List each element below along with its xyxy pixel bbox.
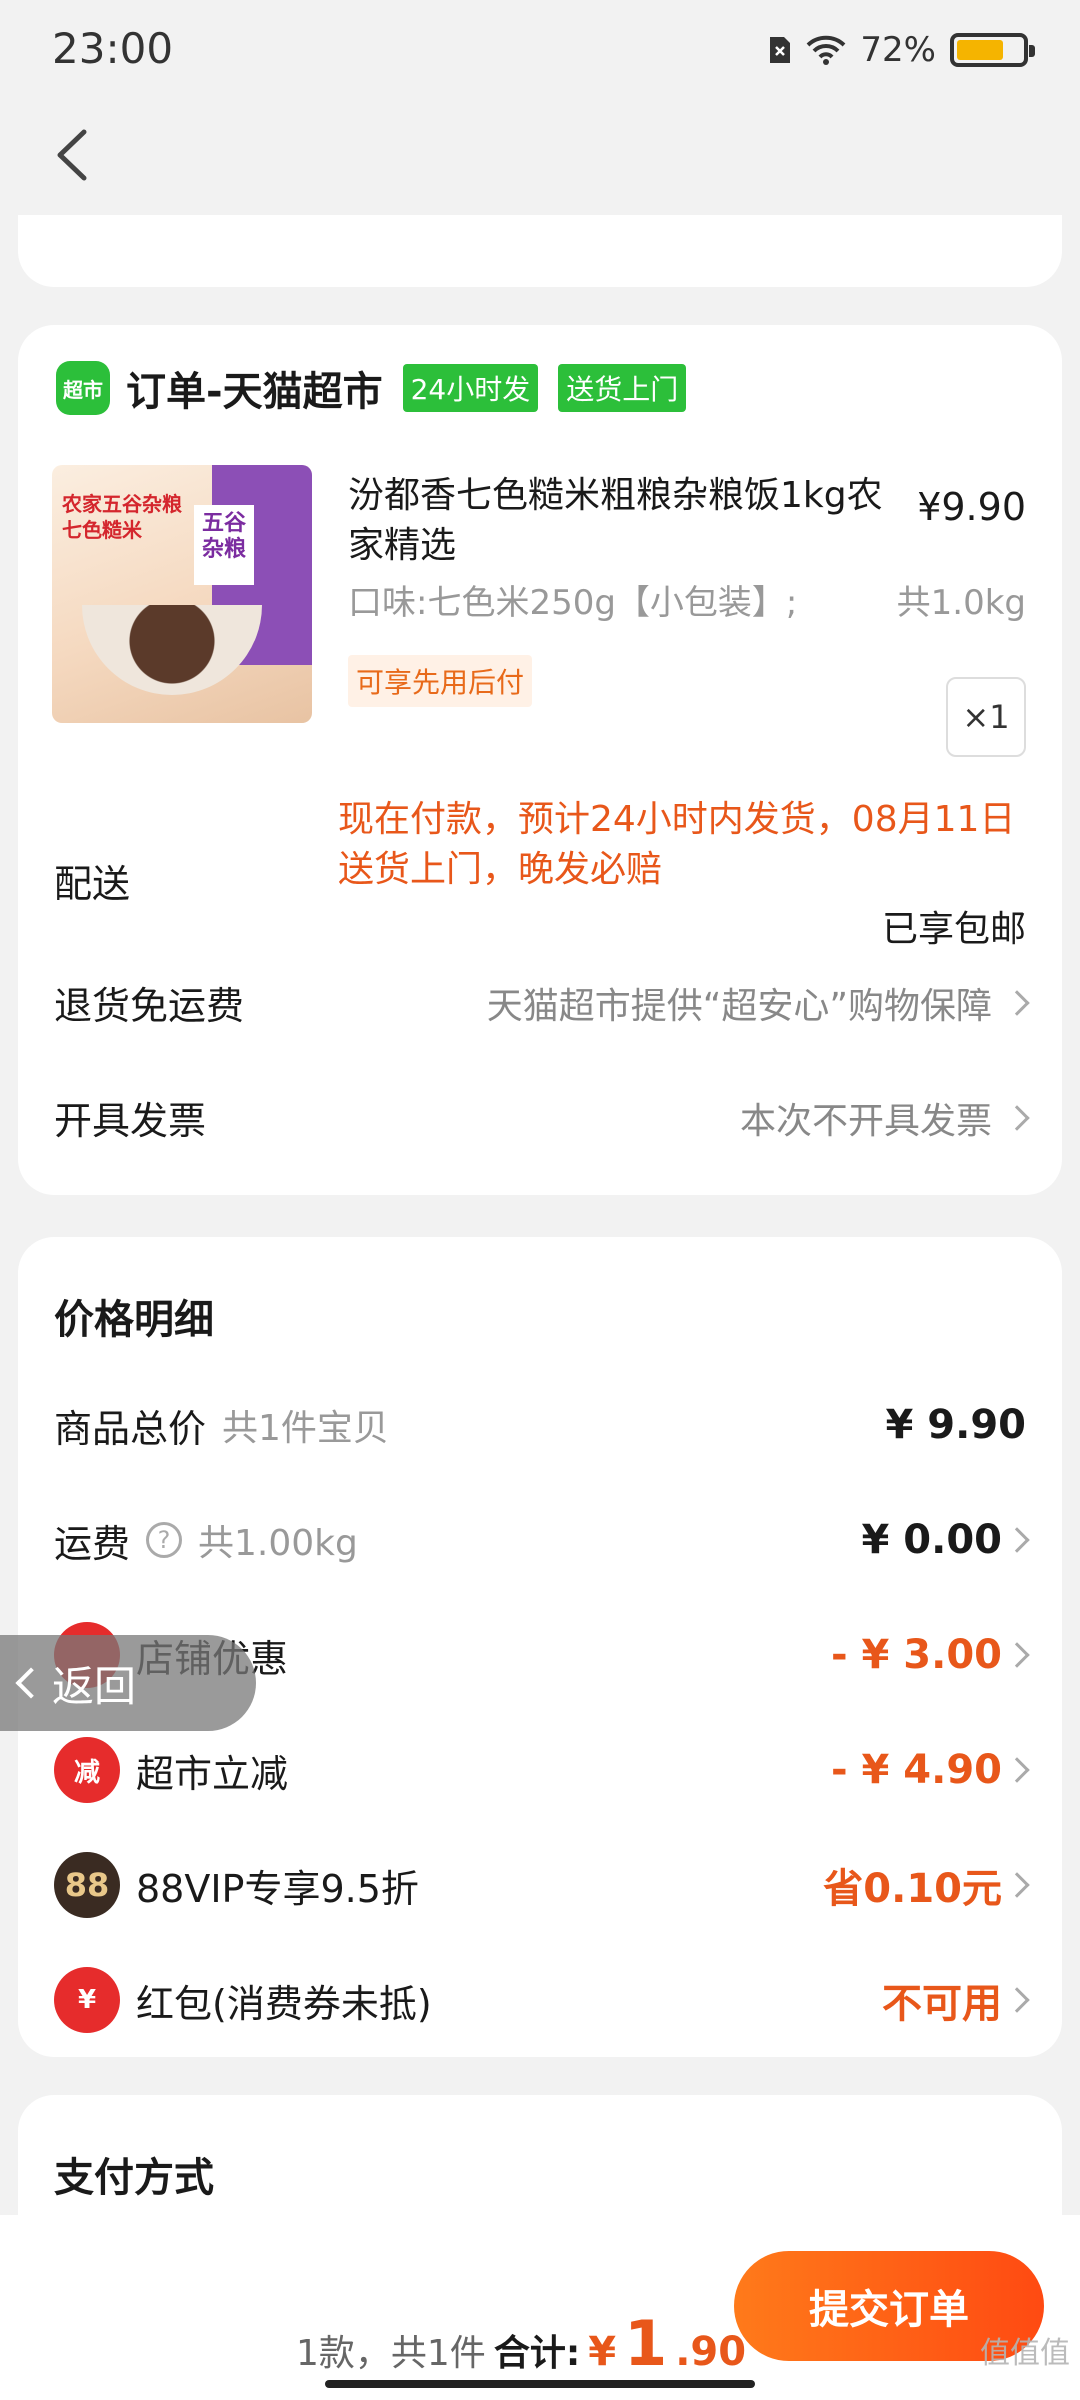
- delivery-label: 配送: [54, 862, 131, 906]
- chevron-left-icon: [15, 1667, 47, 1699]
- red-packet-value: 不可用: [882, 1981, 1002, 2027]
- quantity-selector[interactable]: ×1: [946, 677, 1026, 757]
- status-time: 23:00: [52, 24, 174, 73]
- chevron-right-icon: [1004, 1642, 1030, 1668]
- invoice-value-wrap: 本次不开具发票: [739, 1092, 1030, 1144]
- return-shipping-label: 退货免运费: [54, 984, 245, 1028]
- vip-discount-left: 88 88VIP专享9.5折: [54, 1852, 419, 1918]
- order-card: 超市 订单-天猫超市 24小时发 送货上门 农家五谷杂粮 七色糙米 五谷 杂粮 …: [18, 325, 1062, 1195]
- total-integer: 1: [624, 2307, 668, 2380]
- goods-total-left: 商品总价 共1件宝贝: [54, 1398, 389, 1453]
- watermark-text: 值值值: [980, 2336, 1070, 2371]
- battery-percent: 72%: [860, 30, 936, 70]
- battery-fill: [957, 40, 1004, 60]
- order-summary: 1款，共1件 合计: ¥1.90: [296, 2307, 746, 2380]
- product-price: ¥9.90: [917, 485, 1026, 529]
- item-count: 1款，共1件: [296, 2333, 486, 2374]
- floating-back-button[interactable]: 返回: [0, 1635, 256, 1731]
- shipping-fee-wrap: ¥ 0.00: [861, 1517, 1030, 1563]
- invoice-label: 开具发票: [54, 1099, 207, 1143]
- market-cut-value: - ¥ 4.90: [831, 1747, 1002, 1793]
- badge-home-delivery: 送货上门: [558, 364, 687, 412]
- red-packet-icon: ¥: [54, 1967, 120, 2033]
- return-shipping-row[interactable]: 退货免运费 天猫超市提供“超安心”购物保障: [54, 975, 1030, 1030]
- goods-total-value: ¥ 9.90: [885, 1402, 1026, 1448]
- discount-icon: 减: [54, 1737, 120, 1803]
- shipping-fee-row[interactable]: 运费 ? 共1.00kg ¥ 0.00: [54, 1510, 1030, 1570]
- pay-later-tag: 可享先用后付: [348, 655, 533, 707]
- invoice-row[interactable]: 开具发票 本次不开具发票: [54, 1090, 1030, 1145]
- free-shipping-label: 已享包邮: [881, 909, 1026, 950]
- return-shipping-value-wrap: 天猫超市提供“超安心”购物保障: [486, 977, 1030, 1029]
- wifi-icon: [807, 35, 846, 65]
- product-name[interactable]: 汾都香七色糙米粗粮杂粮饭1kg农家精选: [348, 471, 908, 571]
- red-packet-row[interactable]: ¥ 红包(消费券未抵) 不可用: [54, 1967, 1030, 2033]
- shipping-fee-label: 运费: [54, 1521, 131, 1566]
- shop-discount-value: - ¥ 3.00: [831, 1632, 1002, 1678]
- red-packet-wrap: 不可用: [882, 1971, 1030, 2029]
- shipping-fee-value: ¥ 0.00: [861, 1517, 1002, 1563]
- red-packet-left: ¥ 红包(消费券未抵): [54, 1967, 432, 2033]
- back-arrow-icon[interactable]: [40, 120, 110, 190]
- total-decimal: .90: [675, 2329, 747, 2375]
- battery-icon: [950, 33, 1035, 67]
- market-cut-label: 超市立减: [136, 1751, 289, 1796]
- product-weight: 共1.0kg: [896, 583, 1026, 623]
- market-cut-row[interactable]: 减 超市立减 - ¥ 4.90: [54, 1737, 1030, 1803]
- vip-discount-label: 88VIP专享9.5折: [136, 1866, 419, 1911]
- goods-total-sub: 共1件宝贝: [222, 1408, 389, 1449]
- total-currency: ¥: [588, 2329, 617, 2375]
- product-image[interactable]: 农家五谷杂粮 七色糙米 五谷 杂粮: [52, 465, 312, 723]
- tmall-supermarket-logo: 超市: [56, 361, 110, 415]
- status-bar: 23:00 72%: [0, 0, 1080, 100]
- rice-bowl-graphic: [82, 605, 262, 695]
- shipping-fee-left: 运费 ? 共1.00kg: [54, 1513, 358, 1568]
- vip-discount-row[interactable]: 88 88VIP专享9.5折 省0.10元: [54, 1852, 1030, 1918]
- order-confirm-page: 23:00 72% 超市 订单-天猫超市 24小时发 送货上门 农家五谷杂粮 七…: [0, 0, 1080, 2400]
- home-indicator[interactable]: [325, 2380, 755, 2388]
- total-label: 合计:: [493, 2333, 581, 2374]
- badge-24h: 24小时发: [402, 364, 539, 412]
- sim-card-icon: [770, 37, 791, 63]
- shop-header: 超市 订单-天猫超市 24小时发 送货上门: [56, 359, 687, 417]
- chevron-right-icon: [1004, 1104, 1030, 1131]
- invoice-value: 本次不开具发票: [739, 1100, 992, 1142]
- floating-back-label: 返回: [52, 1661, 137, 1711]
- question-icon[interactable]: ?: [146, 1522, 183, 1558]
- chevron-right-icon: [1004, 1872, 1030, 1898]
- chevron-right-icon: [1004, 1527, 1030, 1553]
- package-text: 五谷 杂粮: [194, 505, 254, 585]
- chevron-right-icon: [1004, 989, 1030, 1016]
- chevron-right-icon: [1004, 1987, 1030, 2013]
- address-card-edge: [18, 215, 1062, 287]
- shipping-weight: 共1.00kg: [198, 1523, 358, 1564]
- payment-title: 支付方式: [54, 2155, 214, 2201]
- delivery-estimate[interactable]: 现在付款，预计24小时内发货，08月11日送货上门，晚发必赔: [338, 795, 1038, 895]
- market-cut-wrap: - ¥ 4.90: [831, 1747, 1030, 1793]
- product-image-caption: 农家五谷杂粮 七色糙米: [62, 492, 182, 542]
- vip-discount-wrap: 省0.10元: [823, 1856, 1030, 1914]
- price-detail-title: 价格明细: [54, 1297, 214, 1343]
- goods-total-row: 商品总价 共1件宝贝 ¥ 9.90: [54, 1395, 1026, 1455]
- product-spec[interactable]: 口味:七色米250g【小包装】;: [348, 575, 797, 624]
- market-cut-left: 减 超市立减: [54, 1737, 288, 1803]
- return-shipping-value: 天猫超市提供“超安心”购物保障: [486, 985, 992, 1027]
- bottom-bar: 1款，共1件 合计: ¥1.90 提交订单 值值值: [0, 2215, 1080, 2400]
- chevron-right-icon: [1004, 1757, 1030, 1783]
- vip-88-icon: 88: [54, 1852, 120, 1918]
- shop-title: 订单-天猫超市: [126, 369, 383, 415]
- red-packet-label: 红包(消费券未抵): [136, 1981, 432, 2026]
- goods-total-label: 商品总价: [54, 1406, 207, 1451]
- status-icons: 72%: [768, 30, 1035, 70]
- shop-discount-wrap: - ¥ 3.00: [831, 1632, 1030, 1678]
- vip-discount-value: 省0.10元: [823, 1866, 1002, 1912]
